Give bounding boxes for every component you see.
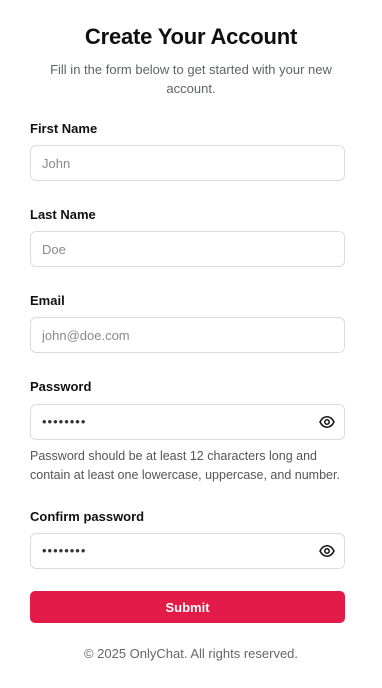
first-name-label: First Name <box>30 121 98 136</box>
email-input[interactable] <box>31 318 344 352</box>
email-label: Email <box>30 293 65 308</box>
copyright-footer: © 2025 OnlyChat. All rights reserved. <box>83 646 299 661</box>
confirm-password-label: Confirm password <box>30 509 145 524</box>
first-name-input[interactable] <box>31 146 344 180</box>
page-title: Create Your Account <box>84 24 298 49</box>
signup-page: Create Your Account Fill in the form bel… <box>0 0 382 688</box>
eye-icon[interactable] <box>319 415 335 429</box>
password-hint: Password should be at least 12 character… <box>30 449 340 482</box>
eye-icon-svg <box>319 416 335 428</box>
last-name-label: Last Name <box>30 207 96 222</box>
password-label: Password <box>30 379 92 394</box>
first-name-field-wrapper <box>30 145 345 181</box>
password-masked-value: •••••••• <box>42 414 87 429</box>
submit-button[interactable]: Submit <box>30 591 345 623</box>
eye-icon-svg <box>319 545 335 557</box>
last-name-field-wrapper <box>30 231 345 267</box>
last-name-input[interactable] <box>31 232 344 266</box>
confirm-password-masked-value: •••••••• <box>42 543 87 558</box>
confirm-password-input[interactable]: •••••••• <box>30 533 345 569</box>
password-input[interactable]: •••••••• <box>30 404 345 440</box>
eye-icon[interactable] <box>319 544 335 558</box>
email-field-wrapper <box>30 317 345 353</box>
page-subtitle: Fill in the form below to get started wi… <box>50 62 332 96</box>
